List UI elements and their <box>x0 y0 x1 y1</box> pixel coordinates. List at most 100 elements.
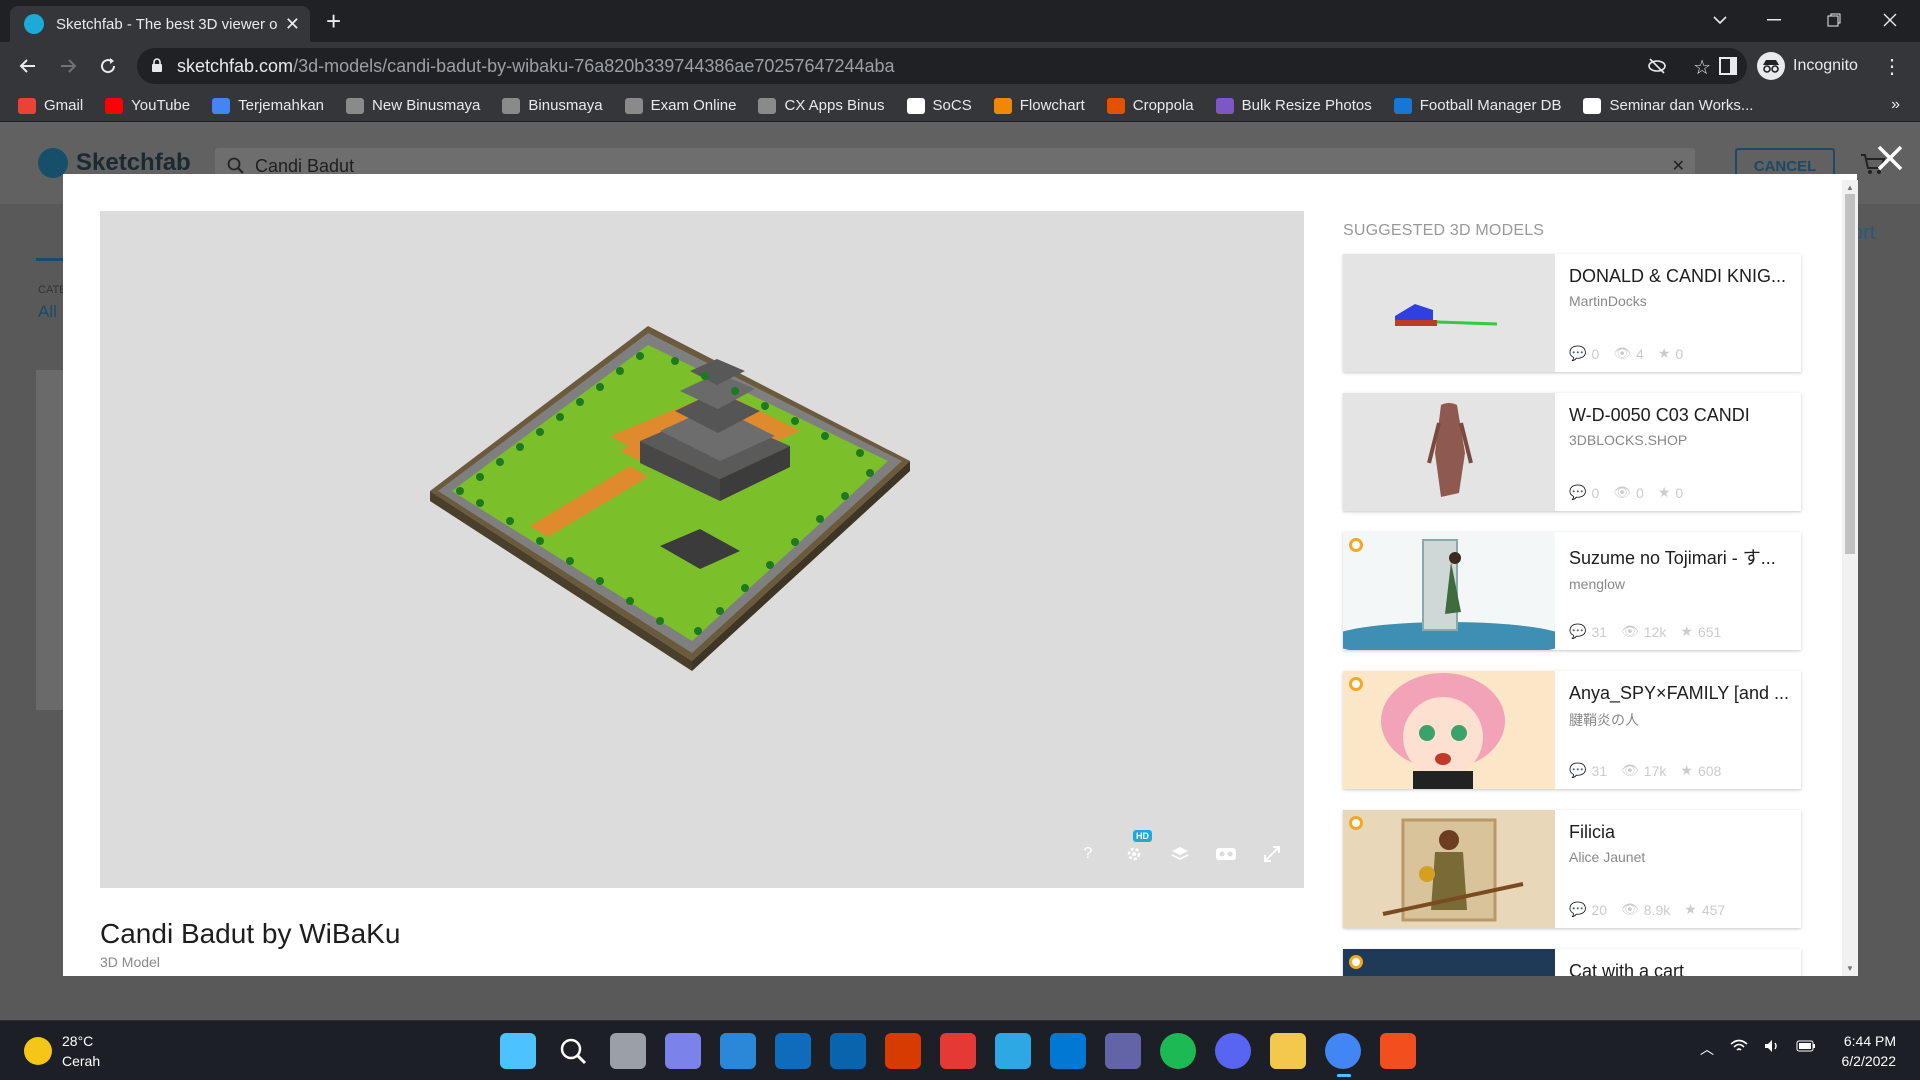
bookmark-flowchart[interactable]: Flowchart <box>993 97 1085 114</box>
new-tab-button[interactable]: + <box>326 6 341 36</box>
discord-icon[interactable] <box>1215 1033 1251 1069</box>
model-subtitle: 3D Model <box>100 954 160 970</box>
suggested-model-card[interactable]: DONALD & CANDI KNIG... MartinDocks 💬 0 👁 4… <box>1343 254 1801 372</box>
settings-gear-icon[interactable]: HD <box>1122 830 1152 866</box>
bookmark-terjemahkan[interactable]: Terjemahkan <box>212 97 324 114</box>
layers-icon[interactable] <box>1168 842 1192 866</box>
clock-date: 6/2/2022 <box>1841 1053 1897 1069</box>
close-window-button[interactable] <box>1870 8 1910 32</box>
model-author[interactable]: MartinDocks <box>1569 293 1787 309</box>
dev-app-icon[interactable] <box>1105 1033 1141 1069</box>
search-icon[interactable] <box>555 1033 591 1069</box>
suggested-model-card[interactable]: Anya_SPY×FAMILY [and ... 腱鞘炎の人 💬 31 👁 17k … <box>1343 671 1801 789</box>
reload-button[interactable] <box>96 54 120 78</box>
suggested-model-card[interactable]: Cat with a cart <box>1343 949 1801 976</box>
side-panel-icon[interactable] <box>1716 54 1740 78</box>
google-icon <box>1583 97 1602 114</box>
browser-menu-icon[interactable]: ⋮ <box>1880 54 1904 78</box>
bookmark-socs[interactable]: SoCS <box>906 97 972 114</box>
suggested-model-card[interactable]: Filicia Alice Jaunet 💬 20 👁 8.9k ★ 457 <box>1343 810 1801 928</box>
model-author[interactable]: menglow <box>1569 576 1787 592</box>
browser-tab-strip: Sketchfab - The best 3D viewer o ✕ + <box>0 0 1920 42</box>
help-icon[interactable]: ? <box>1076 842 1100 866</box>
binusmaya-icon <box>624 97 643 114</box>
bookmark-exam-online[interactable]: Exam Online <box>624 97 736 114</box>
clock[interactable]: 6:44 PM 6/2/2022 <box>1826 1031 1897 1071</box>
windows-taskbar: 28°C Cerah ︿ 6:44 PM 6/2/2022 <box>0 1020 1920 1080</box>
weather-widget[interactable]: 28°C Cerah <box>24 1031 100 1071</box>
eye-off-icon[interactable] <box>1647 57 1667 80</box>
scroll-up-icon[interactable]: ▲ <box>1846 183 1854 192</box>
back-button[interactable] <box>16 54 40 78</box>
bookmark-gmail[interactable]: Gmail <box>18 97 83 114</box>
suggested-model-card[interactable]: Suzume no Tojimari - す... menglow 💬 31 👁 1… <box>1343 532 1801 650</box>
wps-icon[interactable] <box>940 1033 976 1069</box>
forward-button[interactable] <box>56 54 80 78</box>
hd-badge: HD <box>1133 830 1152 842</box>
lock-icon[interactable] <box>151 56 163 77</box>
bookmark-youtube[interactable]: YouTube <box>105 97 190 114</box>
modal-close-button[interactable] <box>1876 144 1908 176</box>
task-view-icon[interactable] <box>610 1033 646 1069</box>
bookmark-croppola[interactable]: Croppola <box>1106 97 1194 114</box>
volume-icon[interactable] <box>1764 1039 1780 1059</box>
office-icon[interactable] <box>885 1033 921 1069</box>
model-title[interactable]: Candi Badut by WiBaKu <box>100 918 400 950</box>
bookmarks-bar: Gmail YouTube Terjemahkan New Binusmaya … <box>0 90 1920 122</box>
scroll-down-icon[interactable]: ▼ <box>1846 964 1854 973</box>
likes-star-icon: ★ <box>1657 484 1671 500</box>
wifi-icon[interactable] <box>1730 1039 1748 1059</box>
profile-label: Incognito <box>1793 57 1858 74</box>
model-author[interactable]: 腱鞘炎の人 <box>1569 710 1789 730</box>
mail-icon[interactable] <box>775 1033 811 1069</box>
bookmark-football-manager-db[interactable]: Football Manager DB <box>1393 97 1561 114</box>
minimize-button[interactable] <box>1754 8 1794 32</box>
tab-search-icon[interactable] <box>1700 8 1740 32</box>
chevron-up-icon[interactable]: ︿ <box>1700 1039 1714 1059</box>
model-name: DONALD & CANDI KNIG... <box>1569 266 1787 286</box>
model-author[interactable]: Alice Jaunet <box>1569 849 1787 865</box>
suggested-heading: SUGGESTED 3D MODELS <box>1343 222 1545 239</box>
model-name: Suzume no Tojimari - す... <box>1569 548 1776 568</box>
windows-start-icon[interactable] <box>500 1033 536 1069</box>
scrollbar-thumb[interactable] <box>1845 194 1855 554</box>
3d-viewer[interactable]: ? HD <box>100 211 1304 888</box>
model-author[interactable]: 3DBLOCKS.SHOP <box>1569 432 1787 448</box>
bookmark-seminar[interactable]: Seminar dan Works... <box>1583 97 1753 114</box>
bookmark-binusmaya[interactable]: Binusmaya <box>502 97 603 114</box>
youtube-icon <box>105 97 124 114</box>
bookmark-cx-apps-binus[interactable]: CX Apps Binus <box>758 97 885 114</box>
file-explorer-icon[interactable] <box>1270 1033 1306 1069</box>
figma-icon[interactable] <box>1380 1033 1416 1069</box>
outlook-icon[interactable] <box>830 1033 866 1069</box>
modal-scrollbar[interactable]: ▲ ▼ <box>1842 180 1858 976</box>
model-thumbnail <box>1343 532 1555 650</box>
comments-icon: 💬 <box>1569 762 1587 778</box>
suggested-model-card[interactable]: W-D-0050 C03 CANDI 3DBLOCKS.SHOP 💬 0 👁 0 ★… <box>1343 393 1801 511</box>
bookmark-star-icon[interactable]: ☆ <box>1693 55 1711 80</box>
bookmarks-overflow-icon[interactable]: » <box>1891 96 1900 114</box>
weather-condition: Cerah <box>62 1053 101 1069</box>
views-eye-icon: 👁 <box>1621 623 1639 639</box>
browser-tab[interactable]: Sketchfab - The best 3D viewer o ✕ <box>10 6 310 42</box>
vscode-icon[interactable] <box>1050 1033 1086 1069</box>
tab-close-icon[interactable]: ✕ <box>285 14 300 35</box>
battery-icon[interactable] <box>1796 1039 1816 1059</box>
chrome-icon[interactable] <box>1325 1033 1361 1077</box>
translate-icon <box>212 97 231 114</box>
teams-chat-icon[interactable] <box>665 1033 701 1069</box>
vr-headset-icon[interactable] <box>1214 842 1238 866</box>
spotify-icon[interactable] <box>1160 1033 1196 1069</box>
address-bar[interactable]: sketchfab.com/3d-models/candi-badut-by-w… <box>137 48 1747 84</box>
bookmark-bulk-resize-photos[interactable]: Bulk Resize Photos <box>1215 97 1372 114</box>
incognito-profile-button[interactable]: Incognito <box>1753 48 1871 84</box>
croppola-icon <box>1106 97 1125 114</box>
clear-search-icon[interactable]: ✕ <box>1672 156 1685 176</box>
fullscreen-icon[interactable] <box>1260 842 1284 866</box>
widgets-icon[interactable] <box>720 1033 756 1069</box>
restore-button[interactable] <box>1814 8 1854 32</box>
category-value[interactable]: All <box>38 302 57 322</box>
lupa-icon[interactable] <box>995 1033 1031 1069</box>
likes-star-icon: ★ <box>1680 762 1693 778</box>
bookmark-new-binusmaya[interactable]: New Binusmaya <box>346 97 480 114</box>
